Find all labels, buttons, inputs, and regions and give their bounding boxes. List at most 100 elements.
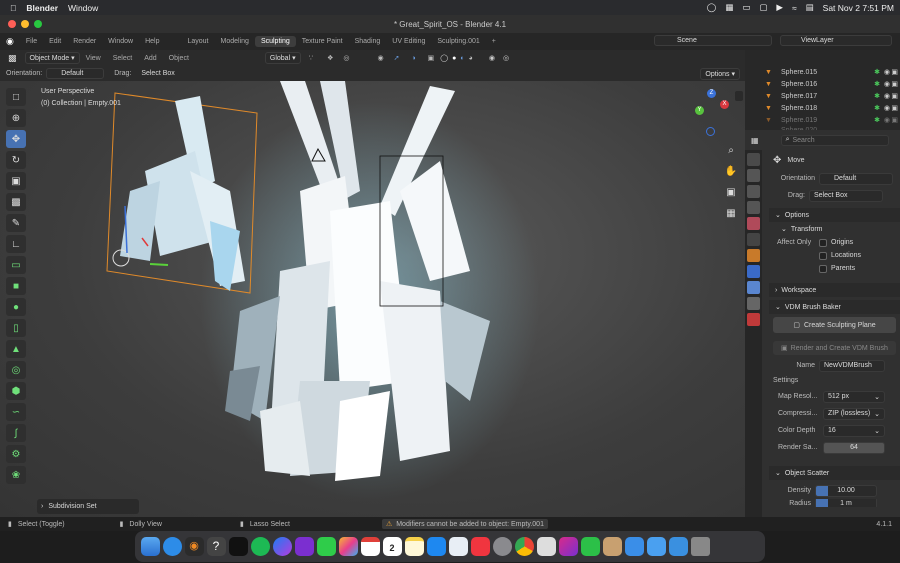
gizmo-neg-z-axis[interactable] <box>706 127 715 136</box>
add-cylinder-tool-icon[interactable]: ▯ <box>6 319 26 337</box>
last-operator-panel[interactable]: › Subdivision Set <box>37 499 139 514</box>
xray-icon[interactable]: ▣ <box>428 54 435 62</box>
scene-tab-icon[interactable] <box>747 217 760 230</box>
close-window-button[interactable] <box>8 20 16 28</box>
add-bone-tool-icon[interactable]: ⚙ <box>6 445 26 463</box>
drag-prop-field[interactable]: Select Box <box>809 189 883 202</box>
headphones-icon[interactable]: ◯ <box>707 2 717 13</box>
menu-edit[interactable]: Edit <box>43 36 67 47</box>
menu-file[interactable]: File <box>20 36 43 47</box>
apple-icon[interactable]:  <box>10 3 16 13</box>
select-box-tool-icon[interactable]: □ <box>6 88 26 106</box>
render-vdm-button[interactable]: ▣ Render and Create VDM Brush <box>773 341 896 355</box>
menu-render[interactable]: Render <box>67 36 102 47</box>
locations-checkbox[interactable] <box>819 251 827 260</box>
menu-add[interactable]: Add <box>138 53 162 64</box>
scene-selector[interactable]: Scene <box>654 35 772 46</box>
name-field[interactable]: NewVDMBrush <box>819 359 885 372</box>
menu-window[interactable]: Window <box>68 3 98 13</box>
object-scatter-section-header[interactable]: ⌄ Object Scatter <box>769 466 900 480</box>
menu-view[interactable]: View <box>80 53 107 64</box>
add-curve-tool-icon[interactable]: ∽ <box>6 403 26 421</box>
warning-report[interactable]: ⚠ Modifiers cannot be added to object: E… <box>381 519 548 529</box>
constraints-tab-icon[interactable] <box>747 281 760 294</box>
create-sculpting-plane-button[interactable]: ▢ Create Sculpting Plane <box>773 317 896 333</box>
parents-checkbox[interactable] <box>819 264 827 273</box>
hide-icon[interactable]: ◎ <box>503 54 509 62</box>
outliner-item[interactable]: ▼ Sphere.019 ✱ ◉ ▣ <box>745 114 900 126</box>
3d-viewport[interactable]: User Perspective (0) Collection | Empty.… <box>0 81 745 517</box>
fantastical-icon[interactable] <box>360 537 380 556</box>
affinity-icon[interactable] <box>294 537 314 556</box>
sidebar-toggle-icon[interactable] <box>735 91 743 101</box>
tab-modeling[interactable]: Modeling <box>215 36 255 47</box>
zoom-icon[interactable]: ⌕ <box>721 141 741 159</box>
news-icon[interactable] <box>470 537 490 556</box>
texture-tab-icon[interactable] <box>747 313 760 326</box>
wifi-icon[interactable]: ≈ <box>792 3 797 13</box>
spotify-icon[interactable] <box>250 537 270 556</box>
controlcenter-icon[interactable]: ▤ <box>806 2 814 13</box>
map-res-dropdown[interactable]: 512 px ⌄ <box>823 390 885 403</box>
outliner-item[interactable]: ▼ Sphere.017 ✱ ◉ ▣ <box>745 90 900 102</box>
transform-section-header[interactable]: ⌄ Transform <box>769 222 900 236</box>
wireframe-shading-icon[interactable]: ◯ <box>440 54 448 62</box>
pivot-icon[interactable]: ∵ <box>309 54 313 62</box>
move-tool-icon[interactable]: ✥ <box>6 130 26 148</box>
gizmo-x-axis[interactable]: X <box>720 100 729 109</box>
annotate-tool-icon[interactable]: ✎ <box>6 214 26 232</box>
outliner-item[interactable]: ▼ Sphere.018 ✱ ◉ ▣ <box>745 102 900 114</box>
options-dropdown[interactable]: Options ▾ <box>700 67 740 80</box>
tab-texture-paint[interactable]: Texture Paint <box>296 36 349 47</box>
finder-icon[interactable] <box>140 537 160 556</box>
add-torus-tool-icon[interactable]: ◎ <box>6 361 26 379</box>
origins-checkbox[interactable] <box>819 238 827 247</box>
screens-icon[interactable]: ▭ <box>742 2 750 13</box>
control-icon[interactable]: ▦ <box>725 2 733 13</box>
physics-tab-icon[interactable] <box>747 265 760 278</box>
messenger-icon[interactable] <box>272 537 292 556</box>
rendered-shading-icon[interactable]: ◕ <box>469 55 473 62</box>
palette-icon[interactable] <box>338 537 358 556</box>
menu-window[interactable]: Window <box>102 36 139 47</box>
gizmo-toggle-icon[interactable]: ➚ <box>394 54 400 62</box>
compression-dropdown[interactable]: ZIP (lossless) ⌄ <box>823 407 885 420</box>
app-menu-blender[interactable]: Blender <box>26 3 58 13</box>
menu-help[interactable]: Help <box>139 36 165 47</box>
affinity-designer-icon[interactable] <box>558 537 578 556</box>
box-icon[interactable] <box>536 537 556 556</box>
app-store-icon[interactable] <box>426 537 446 556</box>
grid-icon[interactable]: ▦ <box>721 204 741 222</box>
editor-type-icon[interactable]: ▩ <box>8 53 17 64</box>
tab-uv-editing[interactable]: UV Editing <box>386 36 431 47</box>
properties-editor-icon[interactable]: ▦ <box>751 136 759 145</box>
safari-icon[interactable] <box>162 537 182 556</box>
play-icon[interactable]: ▶ <box>776 2 783 13</box>
render-samples-field[interactable]: 64 <box>823 441 885 454</box>
settings-icon[interactable] <box>492 537 512 556</box>
snap-icon[interactable]: ❖ <box>327 54 333 62</box>
display-icon[interactable]: ▢ <box>759 2 767 13</box>
render-tab-icon[interactable] <box>747 169 760 182</box>
paw-icon[interactable] <box>602 537 622 556</box>
measure-tool-icon[interactable]: ∟ <box>6 235 26 253</box>
workspace-section-header[interactable]: › Workspace <box>769 283 900 297</box>
folder-download-icon[interactable] <box>668 537 688 556</box>
blender-logo-icon[interactable]: ◉ <box>6 36 14 47</box>
minimize-window-button[interactable] <box>21 20 29 28</box>
density-field[interactable]: 10.00 <box>815 484 877 497</box>
clock[interactable]: Sat Nov 2 7:51 PM <box>823 3 894 13</box>
visibility-icon[interactable]: ◉ <box>377 54 383 62</box>
view-layer-tab-icon[interactable] <box>747 201 760 214</box>
vdm-section-header[interactable]: ⌄ VDM Brush Baker <box>769 300 900 314</box>
blender-icon[interactable]: ◉ <box>184 537 204 556</box>
viewlayer-selector[interactable]: ViewLayer <box>780 35 892 46</box>
tab-layout[interactable]: Layout <box>181 36 214 47</box>
add-plane-tool-icon[interactable]: ▭ <box>6 256 26 274</box>
add-cube-tool-icon[interactable]: ■ <box>6 277 26 295</box>
data-tab-icon[interactable] <box>747 297 760 310</box>
camera-icon[interactable]: ▣ <box>721 183 741 201</box>
object-tab-icon[interactable] <box>747 249 760 262</box>
add-workspace-button[interactable]: + <box>486 36 502 47</box>
tab-shading[interactable]: Shading <box>349 36 387 47</box>
